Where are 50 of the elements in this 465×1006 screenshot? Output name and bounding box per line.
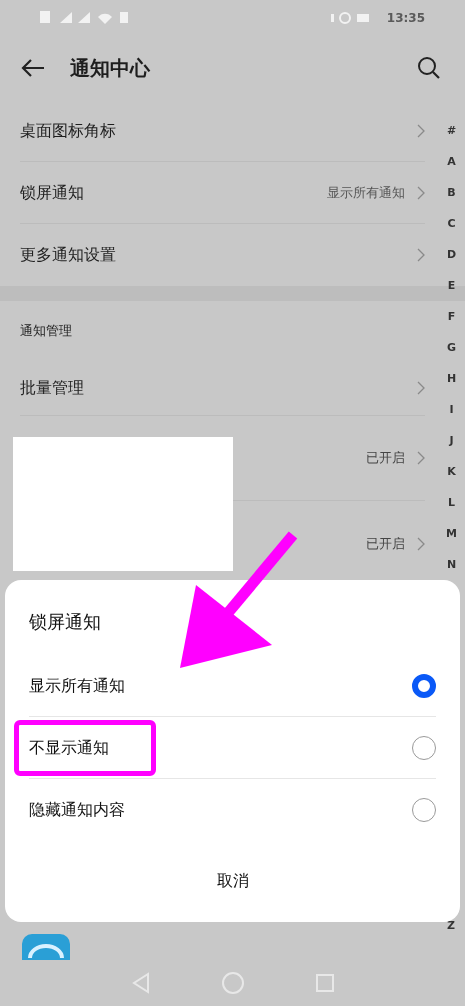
index-letter[interactable]: C: [447, 208, 456, 239]
index-letter[interactable]: F: [447, 301, 456, 332]
option-row[interactable]: 不显示通知: [29, 717, 436, 779]
index-letter[interactable]: K: [447, 456, 456, 487]
chevron-right-icon: [417, 248, 425, 262]
option-label: 不显示通知: [29, 736, 109, 759]
index-letter[interactable]: G: [447, 332, 457, 363]
row-label: 桌面图标角标: [20, 119, 116, 142]
index-letter[interactable]: A: [447, 146, 456, 177]
app-row[interactable]: 已开启: [233, 416, 425, 501]
index-letter[interactable]: E: [447, 270, 456, 301]
home-nav-icon[interactable]: [220, 971, 245, 995]
index-letter[interactable]: I: [449, 394, 454, 425]
index-letter[interactable]: B: [447, 177, 456, 208]
radio-button[interactable]: [412, 673, 436, 698]
row-label: 批量管理: [20, 377, 84, 399]
back-arrow-icon[interactable]: [20, 57, 46, 78]
index-letter[interactable]: D: [446, 239, 457, 270]
settings-row[interactable]: 更多通知设置: [20, 224, 425, 286]
row-label: 更多通知设置: [20, 244, 116, 266]
settings-row[interactable]: 锁屏通知 显示所有通知: [20, 162, 425, 224]
sheet-title: 锁屏通知: [29, 610, 101, 634]
chevron-right-icon: [417, 185, 425, 200]
chevron-right-icon: [417, 123, 425, 138]
back-nav-icon[interactable]: [130, 972, 151, 994]
chevron-right-icon: [417, 451, 425, 465]
row-label: 锁屏通知: [20, 181, 84, 204]
index-letter[interactable]: N: [446, 549, 457, 580]
option-row[interactable]: 隐藏通知内容: [29, 779, 436, 841]
recents-nav-icon[interactable]: [314, 973, 335, 993]
batch-row[interactable]: 批量管理: [20, 361, 425, 416]
chevron-right-icon: [417, 536, 425, 551]
index-letter[interactable]: #: [446, 115, 457, 146]
index-letter[interactable]: L: [448, 487, 456, 518]
index-letter[interactable]: H: [446, 363, 457, 394]
page-title: 通知中心: [70, 54, 150, 82]
option-label: 隐藏通知内容: [29, 799, 125, 821]
row-value: 显示所有通知: [327, 183, 405, 202]
index-letter[interactable]: J: [449, 425, 454, 456]
app-status: 已开启: [366, 449, 405, 468]
app-icon: [22, 934, 70, 960]
status-time: 13:35: [386, 9, 425, 27]
settings-row[interactable]: 桌面图标角标: [20, 100, 425, 162]
index-letter[interactable]: M: [446, 518, 457, 549]
app-status: 已开启: [366, 534, 405, 553]
option-label: 显示所有通知: [29, 674, 125, 697]
search-icon[interactable]: [417, 55, 441, 80]
cancel-button[interactable]: 取消: [200, 861, 265, 901]
chevron-right-icon: [417, 381, 425, 395]
section-title: 通知管理: [20, 322, 72, 341]
